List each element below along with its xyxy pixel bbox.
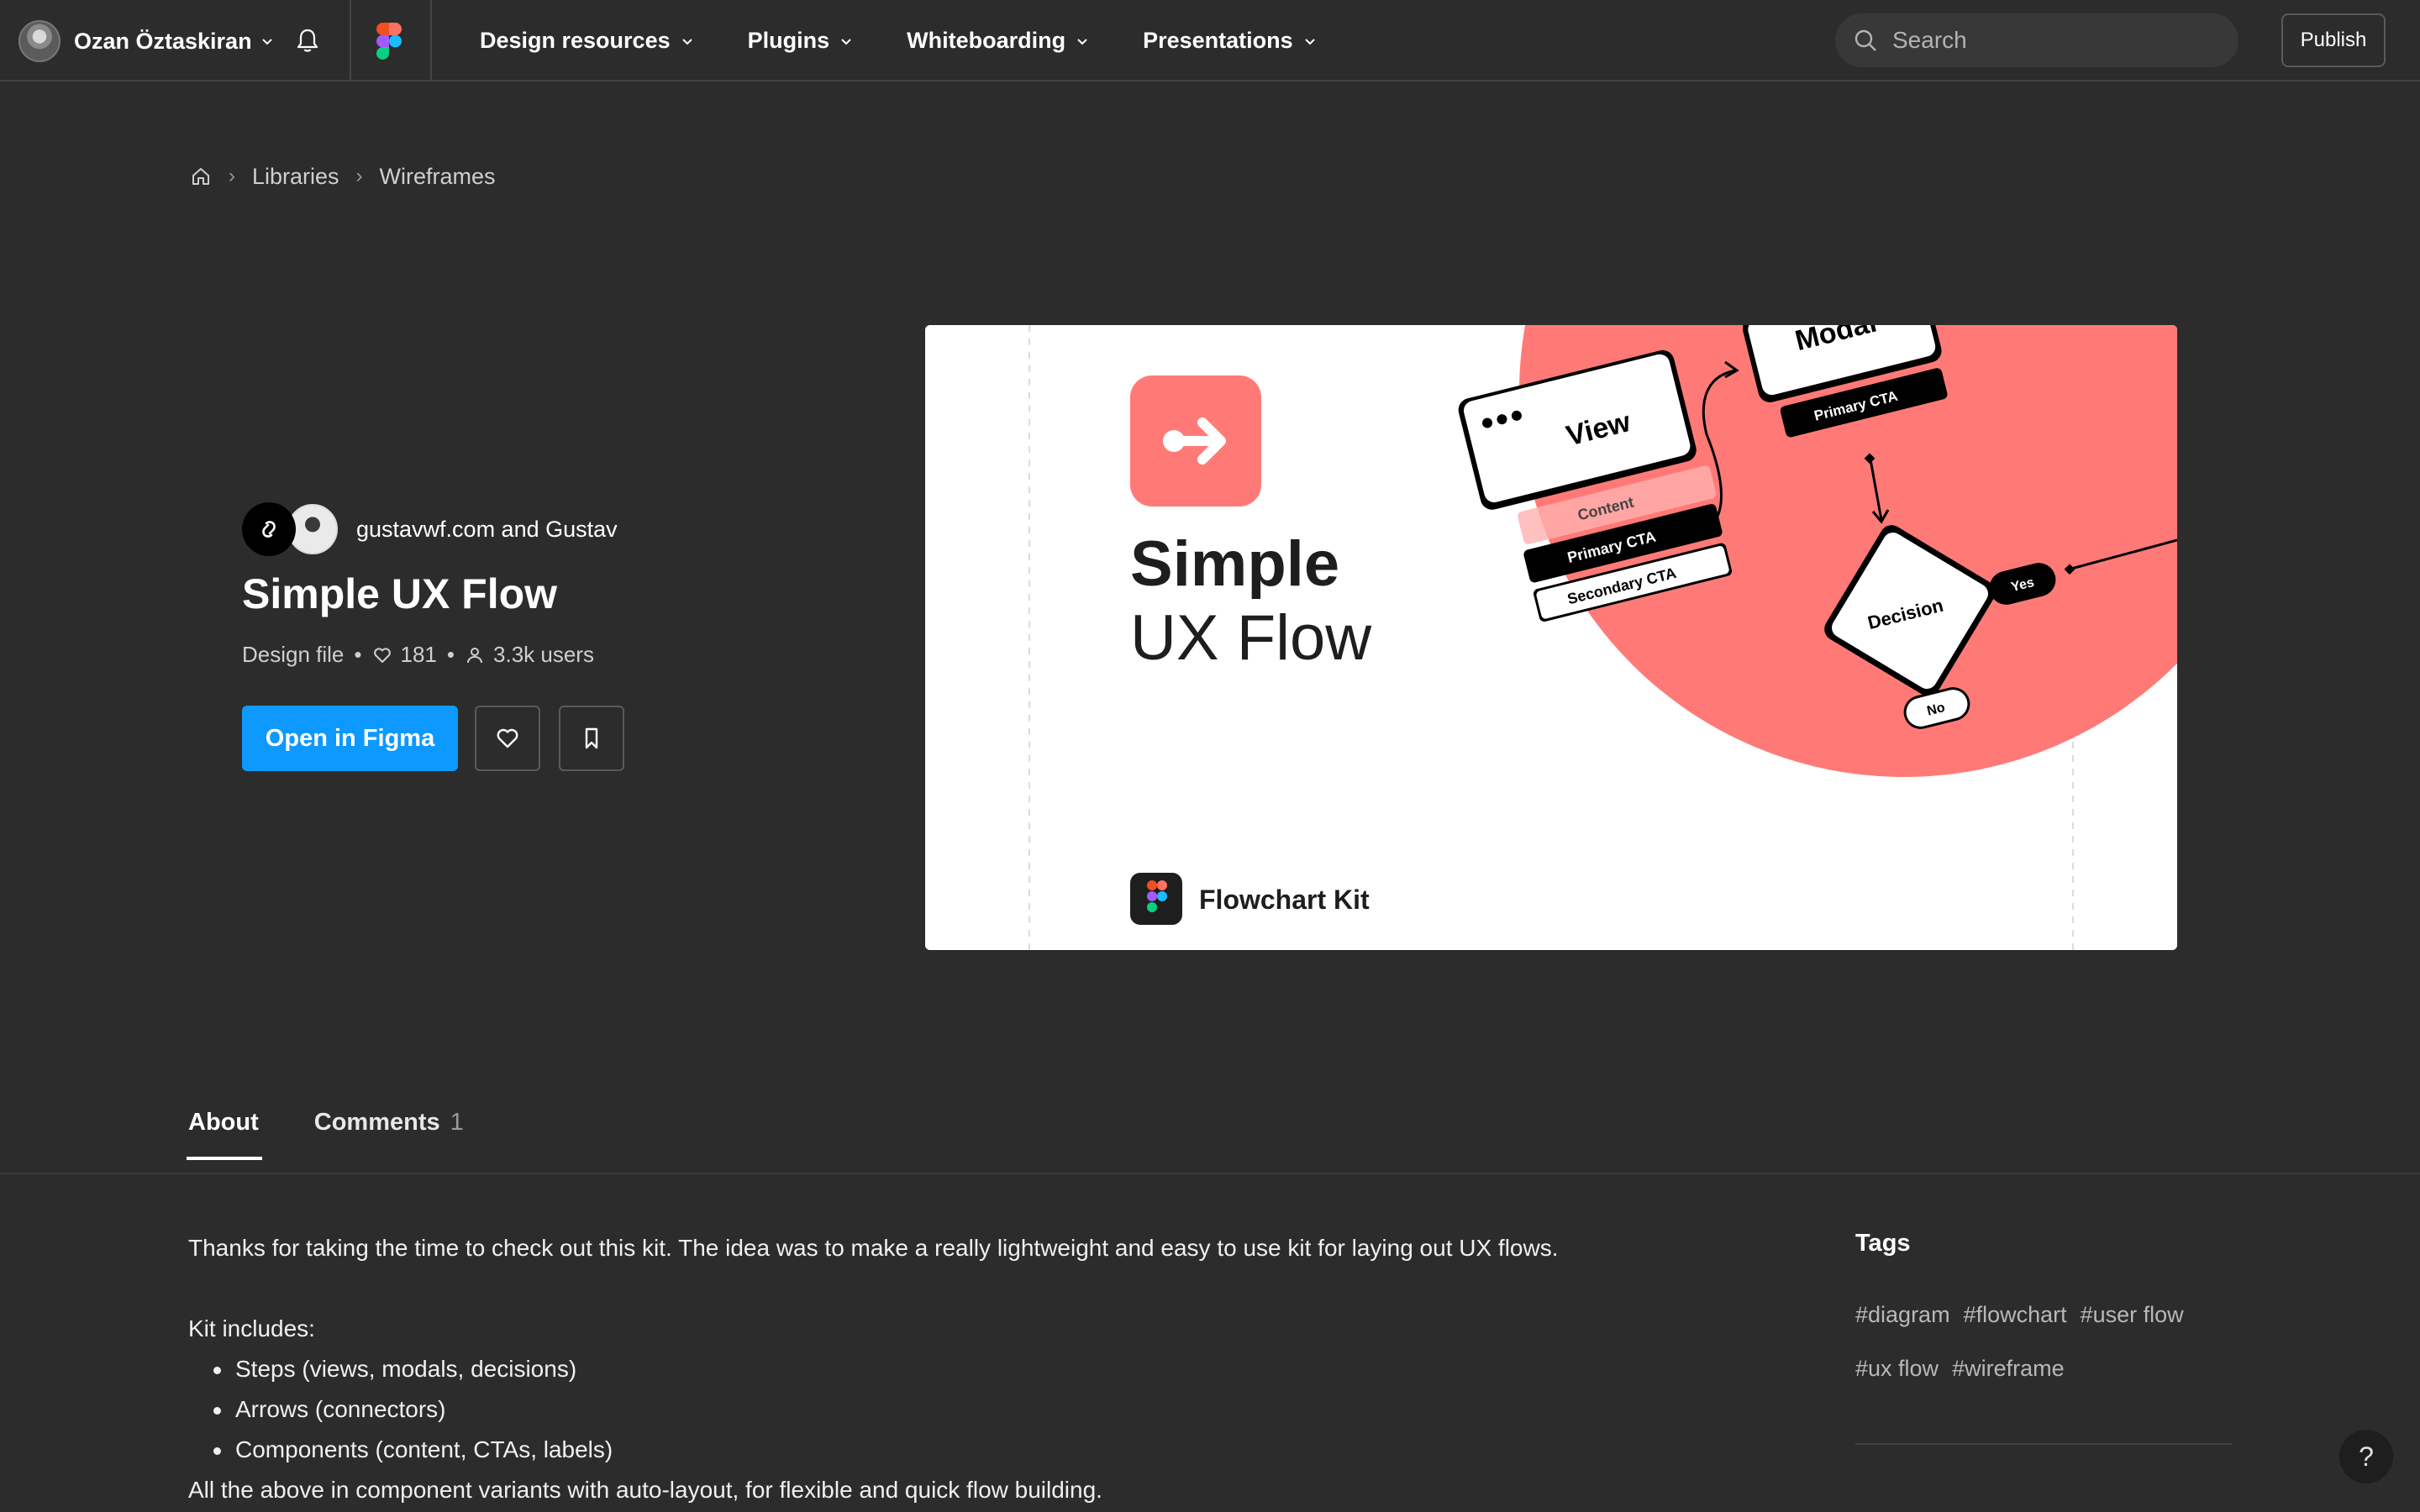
preview-title-line2: UX Flow <box>1130 602 1372 674</box>
search-input[interactable]: Search <box>1892 27 1967 54</box>
nav-label[interactable]: Whiteboarding <box>907 28 1065 54</box>
file-title: Simple UX Flow <box>242 570 558 617</box>
tag-ux-flow[interactable]: #ux flow <box>1855 1354 1939 1383</box>
file-preview-thumbnail[interactable]: Simple UX Flow View Content Primary CTA … <box>925 325 2177 950</box>
heart-icon <box>497 728 518 748</box>
user-icon <box>467 647 483 663</box>
tags-heading: Tags <box>1855 1230 1911 1257</box>
content-tabs: About Comments 1 <box>187 1109 519 1160</box>
chevron-down-icon <box>1303 34 1317 48</box>
nav-divider <box>430 0 432 81</box>
likes-count: 181 <box>400 642 437 667</box>
about-intro: Thanks for taking the time to check out … <box>188 1235 1559 1261</box>
breadcrumb-libraries[interactable]: Libraries <box>252 164 339 190</box>
tab-label[interactable]: About <box>188 1109 259 1136</box>
nav-plugins[interactable]: Plugins <box>748 28 854 54</box>
list-item: Steps (views, modals, decisions) <box>213 1349 1785 1389</box>
tags-list: #diagram #flowchart #user flow #ux flow … <box>1855 1300 2225 1383</box>
tag-wireframe[interactable]: #wireframe <box>1952 1354 2065 1383</box>
user-avatar[interactable] <box>18 20 60 62</box>
nav-divider <box>350 0 351 81</box>
user-menu[interactable]: Ozan Öztaskiran <box>18 20 274 62</box>
nav-presentations[interactable]: Presentations <box>1143 28 1317 54</box>
file-meta: Design file • 181 • 3.3k users <box>242 642 594 668</box>
tags-divider <box>1855 1443 2232 1445</box>
nav-design-resources[interactable]: Design resources <box>480 28 694 54</box>
list-item: Components (content, CTAs, labels) <box>213 1430 1785 1470</box>
preview-title-line1: Simple <box>1130 528 1339 600</box>
open-in-figma-button[interactable]: Open in Figma <box>242 706 458 771</box>
notifications-bell-icon[interactable] <box>292 25 323 55</box>
tabs-divider <box>0 1173 2420 1174</box>
like-button[interactable] <box>475 706 540 771</box>
chevron-down-icon <box>839 34 853 48</box>
separator-dot: • <box>446 642 455 667</box>
help-button[interactable]: ? <box>2339 1430 2393 1483</box>
kit-includes-heading: Kit includes: <box>188 1315 315 1341</box>
tag-user-flow[interactable]: #user flow <box>2081 1300 2184 1329</box>
chevron-down-icon <box>681 34 694 48</box>
search-bar[interactable]: Search <box>1835 13 2238 67</box>
chevron-right-icon: › <box>355 165 363 187</box>
bookmark-button[interactable] <box>559 706 624 771</box>
tab-comments[interactable]: Comments 1 <box>314 1109 464 1160</box>
separator-dot: • <box>354 642 362 667</box>
search-icon <box>1852 27 1879 54</box>
tab-label[interactable]: Comments <box>314 1109 440 1136</box>
chevron-down-icon[interactable] <box>260 34 274 48</box>
tag-flowchart[interactable]: #flowchart <box>1964 1300 2067 1329</box>
nav-whiteboarding[interactable]: Whiteboarding <box>907 28 1089 54</box>
list-item: Arrows (connectors) <box>213 1389 1785 1430</box>
author-names[interactable]: gustavwf.com and Gustav <box>356 517 618 543</box>
breadcrumb-wireframes[interactable]: Wireframes <box>380 164 496 190</box>
tag-diagram[interactable]: #diagram <box>1855 1300 1950 1329</box>
chevron-right-icon: › <box>229 165 235 187</box>
preview-kit-name: Flowchart Kit <box>1199 885 1370 915</box>
nav-label[interactable]: Presentations <box>1143 28 1293 54</box>
author-avatar-link-icon[interactable] <box>242 502 296 556</box>
user-name[interactable]: Ozan Öztaskiran <box>74 29 252 55</box>
file-type: Design file <box>242 642 345 667</box>
bookmark-icon <box>585 727 598 749</box>
figma-logo-icon[interactable] <box>376 23 402 60</box>
main-nav: Design resources Plugins Whiteboarding P… <box>480 0 1370 81</box>
about-section: Thanks for taking the time to check out … <box>188 1228 1785 1510</box>
about-outro: All the above in component variants with… <box>188 1477 1102 1503</box>
authors: gustavwf.com and Gustav <box>242 502 618 556</box>
home-icon[interactable] <box>190 165 212 187</box>
kit-includes-list: Steps (views, modals, decisions) Arrows … <box>188 1349 1785 1470</box>
comments-count: 1 <box>450 1109 464 1136</box>
tab-about[interactable]: About <box>187 1109 262 1160</box>
breadcrumb: › Libraries › Wireframes <box>190 160 496 193</box>
chevron-down-icon <box>1076 34 1089 48</box>
top-nav-bar: Ozan Öztaskiran Design resources Plugins… <box>0 0 2420 81</box>
nav-label[interactable]: Design resources <box>480 28 671 54</box>
publish-button[interactable]: Publish <box>2281 13 2386 67</box>
heart-icon <box>373 647 391 663</box>
nav-label[interactable]: Plugins <box>748 28 830 54</box>
users-count: 3.3k users <box>493 642 594 667</box>
